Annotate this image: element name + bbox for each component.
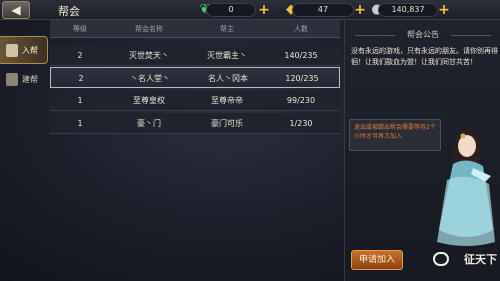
row-level: 2 [78,74,84,83]
notice-text: 没有永远的游戏，只有永远的朋友。请你别再徘徊！让我们歃血为盟！让我们同甘共苦！ [351,47,498,66]
tab-create-guild-label: 建帮 [22,75,38,84]
row-leader: 至尊帝帝 [211,96,243,105]
guild-table: 等级 帮会名称 帮主 人数 2 灭世焚天丶 灭世霸主丶 140/235 2 丶名… [50,20,340,281]
arrow-left-icon: ◀ [11,3,21,17]
table-row[interactable]: 2 灭世焚天丶 灭世霸主丶 140/235 [50,45,340,66]
logo-text: 征天下 [464,253,497,266]
col-guild-name: 帮会名称 [135,25,163,33]
row-guild-name: 丶名人堂丶 [130,74,170,83]
table-row[interactable]: 1 至尊皇权 至尊帝帝 99/230 [50,90,340,111]
col-level: 等级 [73,25,87,33]
game-logo: 征天下 [429,248,497,272]
character-illustration [437,127,495,246]
row-members: 99/230 [286,96,316,105]
tab-create-guild[interactable]: 建帮 [0,66,48,94]
row-level: 1 [77,119,83,128]
table-row[interactable]: 1 豪丶门 豪门可乐 1/230 [50,113,340,134]
row-level: 1 [77,96,83,105]
jade-counter: 0 [206,3,256,17]
row-members: 120/235 [285,74,319,83]
rejoin-hint: 退出或被踢出帮会需要等待2个小时才可再次加入 [349,119,441,151]
tab-join-guild[interactable]: 入帮 [0,36,48,64]
row-leader: 豪门可乐 [211,119,243,128]
col-leader: 帮主 [220,25,234,33]
notice-title: 帮会公告 [345,28,500,42]
create-guild-icon [6,73,18,86]
silver-counter: 140,837 [378,3,438,17]
row-guild-name: 灭世焚天丶 [129,51,169,60]
add-silver-button[interactable]: + [438,3,450,17]
gold-counter: 47 [292,3,354,17]
page-title: 帮会 [58,5,80,18]
notice-panel: 帮会公告 没有永远的游戏，只有永远的朋友。请你别再徘徊！让我们歃血为盟！让我们同… [344,20,500,281]
add-gold-button[interactable]: + [354,3,366,17]
row-guild-name: 至尊皇权 [133,96,165,105]
top-bar: ◀ 帮会 ❦ 0 + ◆ 47 + ● 140,837 + [0,0,500,20]
row-leader: 名人丶冈本 [208,74,248,83]
row-level: 2 [77,51,83,60]
join-guild-icon [6,44,18,57]
add-jade-button[interactable]: + [258,3,270,17]
table-header: 等级 帮会名称 帮主 人数 [50,20,340,38]
row-members: 140/235 [284,51,318,60]
table-row-selected[interactable]: 2 丶名人堂丶 名人丶冈本 120/235 [50,67,340,88]
apply-join-button[interactable]: 申请加入 [351,250,403,270]
col-members: 人数 [294,25,308,33]
tab-join-guild-label: 入帮 [22,46,38,55]
back-button[interactable]: ◀ [2,1,30,19]
row-leader: 灭世霸主丶 [207,51,247,60]
chat-bubble-icon [433,252,449,266]
row-members: 1/230 [289,119,313,128]
row-guild-name: 豪丶门 [137,119,161,128]
